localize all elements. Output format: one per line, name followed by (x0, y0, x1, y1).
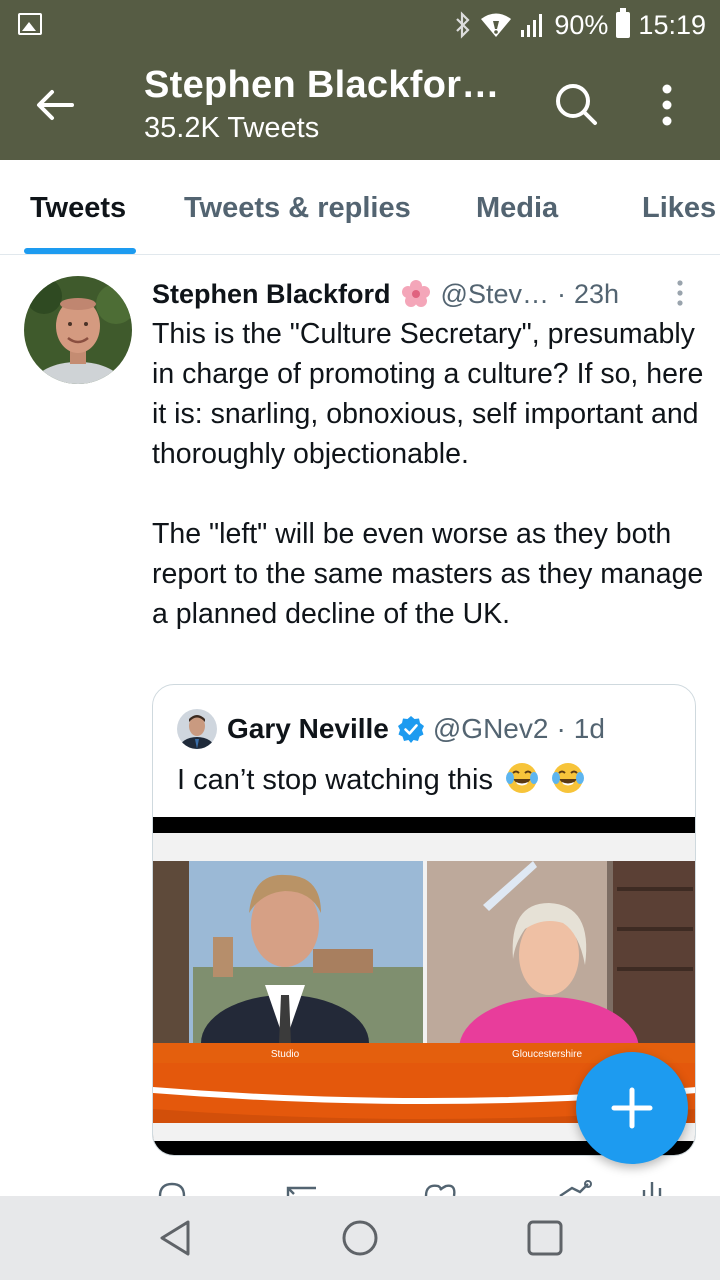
quoted-handle: @GNev2 (432, 713, 549, 744)
active-tab-indicator (24, 248, 136, 254)
tab-tweets[interactable]: Tweets (30, 192, 126, 225)
tab-media[interactable]: Media (476, 192, 558, 225)
like-icon[interactable] (424, 1184, 456, 1196)
tears-of-joy-emoji-icon (506, 763, 539, 793)
tweet-text: This is the "Culture Secretary", presuma… (152, 318, 704, 630)
verified-badge-icon (397, 716, 424, 743)
reply-icon[interactable] (158, 1182, 186, 1196)
media-caption-right: Gloucestershire (512, 1049, 582, 1060)
nav-back-icon[interactable] (152, 1214, 200, 1262)
wifi-icon (481, 13, 512, 37)
nav-recents-icon[interactable] (521, 1214, 569, 1262)
image-icon (18, 13, 42, 35)
profile-title: Stephen Blackfor… (144, 64, 500, 106)
tweet-count: 35.2K Tweets (144, 112, 320, 144)
status-bar: 90% 15:19 (0, 0, 720, 50)
more-options-icon[interactable] (650, 80, 684, 130)
retweet-icon[interactable] (286, 1186, 316, 1196)
quoted-avatar[interactable] (177, 709, 217, 749)
quoted-text: I can’t stop watching this (177, 764, 493, 796)
battery-icon (616, 8, 631, 38)
tab-tweets-and-replies[interactable]: Tweets & replies (184, 192, 411, 225)
separator-dot: · (556, 278, 566, 309)
author-name[interactable]: Stephen Blackford (152, 279, 391, 310)
flower-emoji-icon (401, 280, 430, 307)
tweet-action-row (158, 1180, 662, 1196)
clock: 15:19 (638, 9, 706, 40)
tears-of-joy-emoji-icon (552, 763, 585, 793)
separator-dot: · (556, 713, 566, 744)
signal-icon (521, 14, 543, 37)
tweet-time: 23h (573, 278, 620, 309)
tab-likes[interactable]: Likes (642, 192, 716, 225)
compose-tweet-button[interactable] (576, 1052, 688, 1164)
media-caption-left: Studio (271, 1049, 300, 1060)
author-handle: @Stev… (440, 278, 549, 309)
plus-icon (611, 1087, 653, 1129)
quoted-header: Gary Neville @GNev2 · 1d (227, 707, 605, 751)
analytics-icon[interactable] (642, 1182, 662, 1196)
avatar[interactable] (24, 276, 132, 384)
profile-tabs: Tweets Tweets & replies Media Likes (0, 160, 720, 255)
system-nav-bar (0, 1196, 720, 1280)
quoted-author-name[interactable]: Gary Neville (227, 713, 389, 745)
search-icon[interactable] (552, 80, 600, 128)
nav-home-icon[interactable] (336, 1214, 384, 1262)
share-icon[interactable] (559, 1180, 592, 1196)
bluetooth-icon (456, 11, 470, 39)
battery-percent: 90% (554, 9, 609, 40)
profile-app-bar: Stephen Blackfor… 35.2K Tweets (0, 50, 720, 160)
tweet-more-icon[interactable] (672, 278, 688, 308)
quoted-time: 1d (573, 713, 605, 744)
back-arrow-icon[interactable] (30, 80, 80, 130)
status-icons: 90% 15:19 (454, 8, 706, 42)
quoted-text-line: I can’t stop watching this (177, 759, 585, 801)
tweet-header: Stephen Blackford @Stev… · 23h (152, 274, 619, 314)
